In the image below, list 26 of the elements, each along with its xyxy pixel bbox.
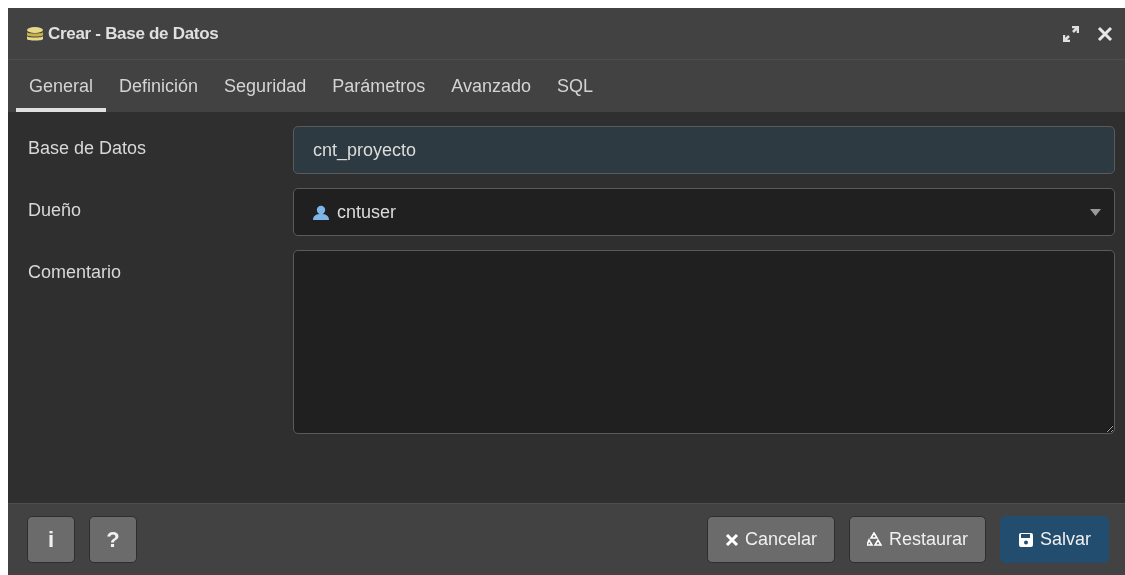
tab[interactable]: Parámetros xyxy=(319,60,439,112)
field-label: Dueño xyxy=(28,199,83,221)
comment-field[interactable] xyxy=(293,250,1115,434)
help-button[interactable]: ? xyxy=(89,516,137,563)
text-field[interactable]: cnt_proyecto xyxy=(293,126,1115,174)
tab[interactable]: Definición xyxy=(106,60,212,112)
close-icon[interactable] xyxy=(1097,25,1113,42)
field-label: Comentario xyxy=(28,261,123,283)
owner-dropdown[interactable]: cntuser xyxy=(293,188,1115,236)
cancel-button[interactable]: Cancelar xyxy=(706,516,835,563)
close-icon xyxy=(724,532,739,547)
caret-icon xyxy=(1090,208,1101,216)
recycle-icon xyxy=(866,531,883,548)
tab[interactable]: Seguridad xyxy=(211,60,320,112)
tab[interactable]: General xyxy=(16,60,107,112)
tab[interactable]: Avanzado xyxy=(438,60,544,112)
user-icon xyxy=(313,204,329,220)
maximize-icon[interactable] xyxy=(1063,25,1079,42)
field-label: Base de Datos xyxy=(28,137,148,159)
save-button[interactable]: Salvar xyxy=(999,516,1109,563)
tab[interactable]: SQL xyxy=(543,60,606,112)
restore-button[interactable]: Restaurar xyxy=(848,516,986,563)
window-title: Crear - Base de Datos xyxy=(48,23,219,44)
database-icon xyxy=(26,25,44,42)
help-button[interactable]: i xyxy=(27,516,75,563)
dropdown-value: cntuser xyxy=(337,201,397,223)
